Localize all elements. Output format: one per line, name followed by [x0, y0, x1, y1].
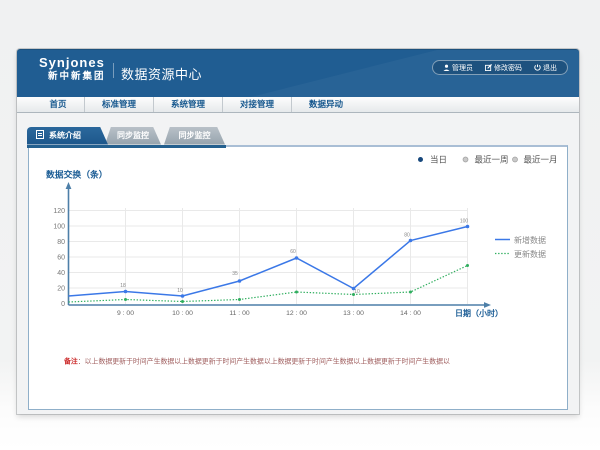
svg-text:数据交换（条）: 数据交换（条） — [45, 169, 108, 180]
svg-text:60: 60 — [57, 254, 65, 261]
svg-text:60: 60 — [290, 249, 296, 255]
svg-text:14 : 00: 14 : 00 — [400, 310, 421, 317]
svg-text:10: 10 — [177, 288, 183, 294]
svg-text:备注：以上数据更新于时间产生数据以上数据更新于时间产生数据以: 备注：以上数据更新于时间产生数据以上数据更新于时间产生数据以上数据更新于时间产生… — [63, 357, 450, 366]
svg-text:新增数据: 新增数据 — [514, 235, 546, 245]
svg-text:13 : 00: 13 : 00 — [343, 310, 364, 317]
svg-text:0: 0 — [61, 301, 65, 308]
svg-text:80: 80 — [404, 233, 410, 239]
svg-text:80: 80 — [57, 239, 65, 246]
svg-text:18: 18 — [120, 283, 126, 289]
svg-text:20: 20 — [57, 285, 65, 292]
svg-text:11 : 00: 11 : 00 — [229, 310, 250, 317]
svg-text:10: 10 — [354, 289, 360, 295]
svg-text:35: 35 — [232, 271, 238, 277]
svg-text:100: 100 — [53, 223, 65, 230]
svg-text:10 : 00: 10 : 00 — [172, 310, 193, 317]
svg-text:日期（小时）: 日期（小时） — [455, 308, 503, 318]
svg-text:100: 100 — [459, 219, 468, 225]
svg-text:120: 120 — [53, 208, 65, 215]
svg-text:9 : 00: 9 : 00 — [116, 310, 133, 317]
svg-text:12 : 00: 12 : 00 — [286, 310, 307, 317]
svg-text:40: 40 — [57, 270, 65, 277]
svg-text:更新数据: 更新数据 — [514, 249, 546, 259]
